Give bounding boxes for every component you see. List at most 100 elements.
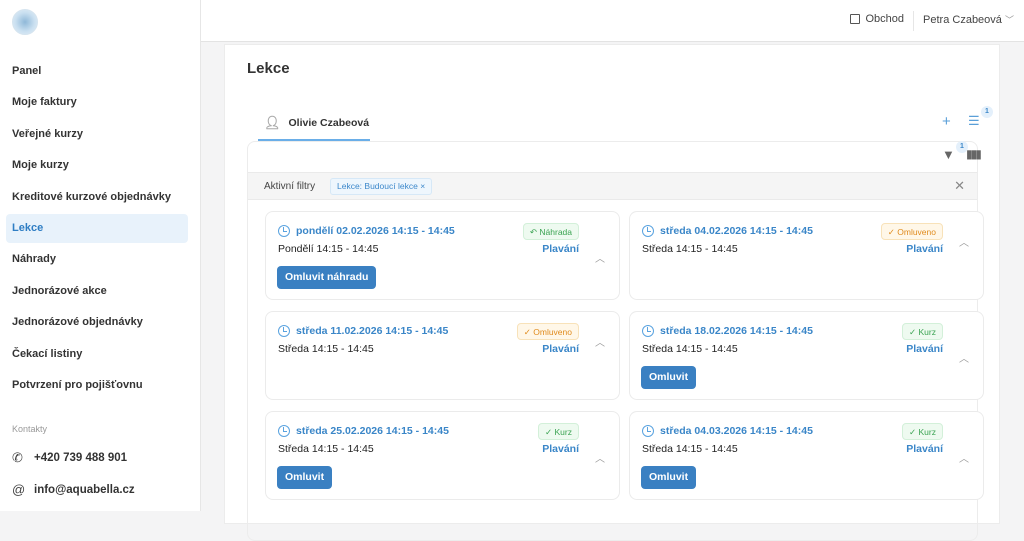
clock-icon (278, 225, 290, 237)
lesson-card: středa 04.03.2026 14:15 - 14:45 Středa 14… (629, 411, 984, 500)
filters-label: Aktivní filtry (264, 181, 316, 192)
course-link[interactable]: Plavání (542, 243, 579, 255)
lesson-date-text: středa 11.02.2026 14:15 - 14:45 (296, 325, 449, 337)
clock-icon (642, 325, 654, 337)
lesson-schedule: Středa 14:15 - 14:45 (642, 243, 738, 255)
sidebar-item[interactable]: Potvrzení pro pojišťovnu (6, 371, 188, 400)
chevron-up-icon[interactable]: ︿ (959, 350, 969, 365)
sidebar-item[interactable]: Moje kurzy (6, 151, 188, 180)
user-icon: 👤︎ (264, 115, 281, 130)
tab-student[interactable]: 👤︎ Olivie Czabeová (258, 107, 370, 141)
header-divider (913, 11, 914, 31)
clock-icon (278, 425, 290, 437)
course-link[interactable]: Plavání (906, 243, 943, 255)
lesson-date: středa 25.02.2026 14:15 - 14:45 (278, 425, 449, 437)
lesson-schedule: Středa 14:15 - 14:45 (278, 443, 374, 455)
excuse-button[interactable]: Omluvit (277, 466, 333, 489)
status-text: Kurz (918, 327, 936, 337)
status-icon: ✓ (909, 427, 917, 437)
contact-phone[interactable]: ✆ +420 739 488 901 (12, 450, 127, 466)
logo[interactable] (12, 9, 38, 35)
lesson-date-text: pondělí 02.02.2026 14:15 - 14:45 (296, 225, 455, 237)
add-icon[interactable]: + (942, 113, 951, 130)
lesson-date-text: středa 04.02.2026 14:15 - 14:45 (660, 225, 813, 237)
main-content: Lekce 👤︎ Olivie Czabeová + ☰ 1 ▼ 1 ▮▮▮ Ak… (224, 44, 1000, 541)
lesson-card: středa 18.02.2026 14:15 - 14:45 Středa 14… (629, 311, 984, 400)
at-icon: @ (12, 482, 26, 497)
chevron-up-icon[interactable]: ︿ (959, 450, 969, 465)
list-badge: 1 (981, 106, 993, 118)
course-link[interactable]: Plavání (906, 443, 943, 455)
sidebar-item[interactable]: Kreditové kurzové objednávky (6, 183, 188, 212)
status-icon: ✓ (887, 227, 895, 237)
email-text: info@aquabella.cz (34, 483, 135, 496)
clock-icon (642, 425, 654, 437)
status-icon: ✓ (909, 327, 917, 337)
lesson-date: středa 18.02.2026 14:15 - 14:45 (642, 325, 813, 337)
status-text: Kurz (918, 427, 936, 437)
shopping-bag-icon (850, 14, 861, 24)
excuse-button[interactable]: Omluvit (641, 366, 697, 389)
shop-label: Obchod (865, 13, 904, 25)
list-icon[interactable]: ☰ (968, 113, 980, 129)
excuse-button[interactable]: Omluvit (641, 466, 697, 489)
chevron-up-icon[interactable]: ︿ (595, 450, 605, 465)
clock-icon (278, 325, 290, 337)
lesson-date-text: středa 18.02.2026 14:15 - 14:45 (660, 325, 813, 337)
status-text: Omluveno (897, 227, 936, 237)
status-icon: ✓ (545, 427, 553, 437)
lesson-schedule: Středa 14:15 - 14:45 (642, 343, 738, 355)
lesson-card: středa 25.02.2026 14:15 - 14:45 Středa 14… (265, 411, 620, 500)
sidebar-item[interactable]: Jednorázové akce (6, 277, 188, 306)
close-icon[interactable]: × (420, 181, 425, 191)
course-link[interactable]: Plavání (906, 343, 943, 355)
lesson-date: středa 04.02.2026 14:15 - 14:45 (642, 225, 813, 237)
phone-text: +420 739 488 901 (34, 452, 128, 464)
status-icon: ↶ (529, 227, 538, 237)
sidebar-item[interactable]: Jednorázové objednávky (6, 308, 188, 337)
chevron-down-icon: ﹀ (1004, 15, 1014, 25)
lesson-schedule: Pondělí 14:15 - 14:45 (278, 243, 379, 255)
chevron-up-icon[interactable]: ︿ (959, 234, 969, 249)
lesson-date-text: středa 25.02.2026 14:15 - 14:45 (296, 425, 449, 437)
top-header: Obchod Petra Czabeová ﹀ (201, 0, 1024, 42)
contact-email[interactable]: @ info@aquabella.cz (12, 482, 135, 497)
lessons-panel: ▼ 1 ▮▮▮ Aktivní filtry Lekce: Budoucí le… (247, 141, 984, 541)
lesson-date-text: středa 04.03.2026 14:15 - 14:45 (660, 425, 813, 437)
chevron-up-icon[interactable]: ︿ (595, 334, 605, 349)
lesson-schedule: Středa 14:15 - 14:45 (642, 443, 738, 455)
sidebar-item[interactable]: Náhrady (6, 245, 188, 274)
status-badge: ✓ Omluveno (880, 223, 943, 240)
status-badge: ✓ Omluveno (516, 323, 579, 340)
lesson-card: středa 11.02.2026 14:15 - 14:45 Středa 14… (265, 311, 620, 400)
shop-link[interactable]: Obchod (850, 13, 904, 25)
sidebar-item[interactable]: Čekací listiny (6, 340, 188, 369)
filter-chip-label: Lekce: Budoucí lekce (337, 181, 418, 191)
clear-filters-icon[interactable]: ✕ (954, 178, 965, 194)
sidebar-item[interactable]: Panel (6, 57, 188, 86)
status-badge: ✓ Kurz (902, 323, 943, 340)
phone-icon: ✆ (12, 450, 23, 465)
sidebar-item[interactable]: Veřejné kurzy (6, 120, 188, 149)
filter-icon[interactable]: ▼ (942, 147, 955, 162)
course-link[interactable]: Plavání (542, 343, 579, 355)
status-text: Kurz (554, 427, 572, 437)
course-link[interactable]: Plavání (542, 443, 579, 455)
lesson-card: pondělí 02.02.2026 14:15 - 14:45 Pondělí … (265, 211, 620, 300)
filter-chip[interactable]: Lekce: Budoucí lekce × (330, 178, 433, 195)
lesson-date: pondělí 02.02.2026 14:15 - 14:45 (278, 225, 455, 237)
user-menu[interactable]: Petra Czabeová ﹀ (923, 13, 1014, 26)
status-text: Náhrada (539, 227, 572, 237)
sidebar-item[interactable]: Moje faktury (6, 88, 188, 117)
status-badge: ↶ Náhrada (522, 223, 579, 240)
excuse-button[interactable]: Omluvit náhradu (277, 266, 377, 289)
lesson-date: středa 11.02.2026 14:15 - 14:45 (278, 325, 448, 337)
chevron-up-icon[interactable]: ︿ (595, 250, 605, 265)
status-badge: ✓ Kurz (902, 423, 943, 440)
contacts-heading: Kontakty (12, 424, 48, 434)
lesson-card: středa 04.02.2026 14:15 - 14:45 Středa 14… (629, 211, 984, 300)
user-name: Petra Czabeová (923, 14, 1002, 26)
sidebar-item[interactable]: Lekce (6, 214, 188, 243)
status-badge: ✓ Kurz (538, 423, 579, 440)
columns-icon[interactable]: ▮▮▮ (966, 147, 982, 161)
